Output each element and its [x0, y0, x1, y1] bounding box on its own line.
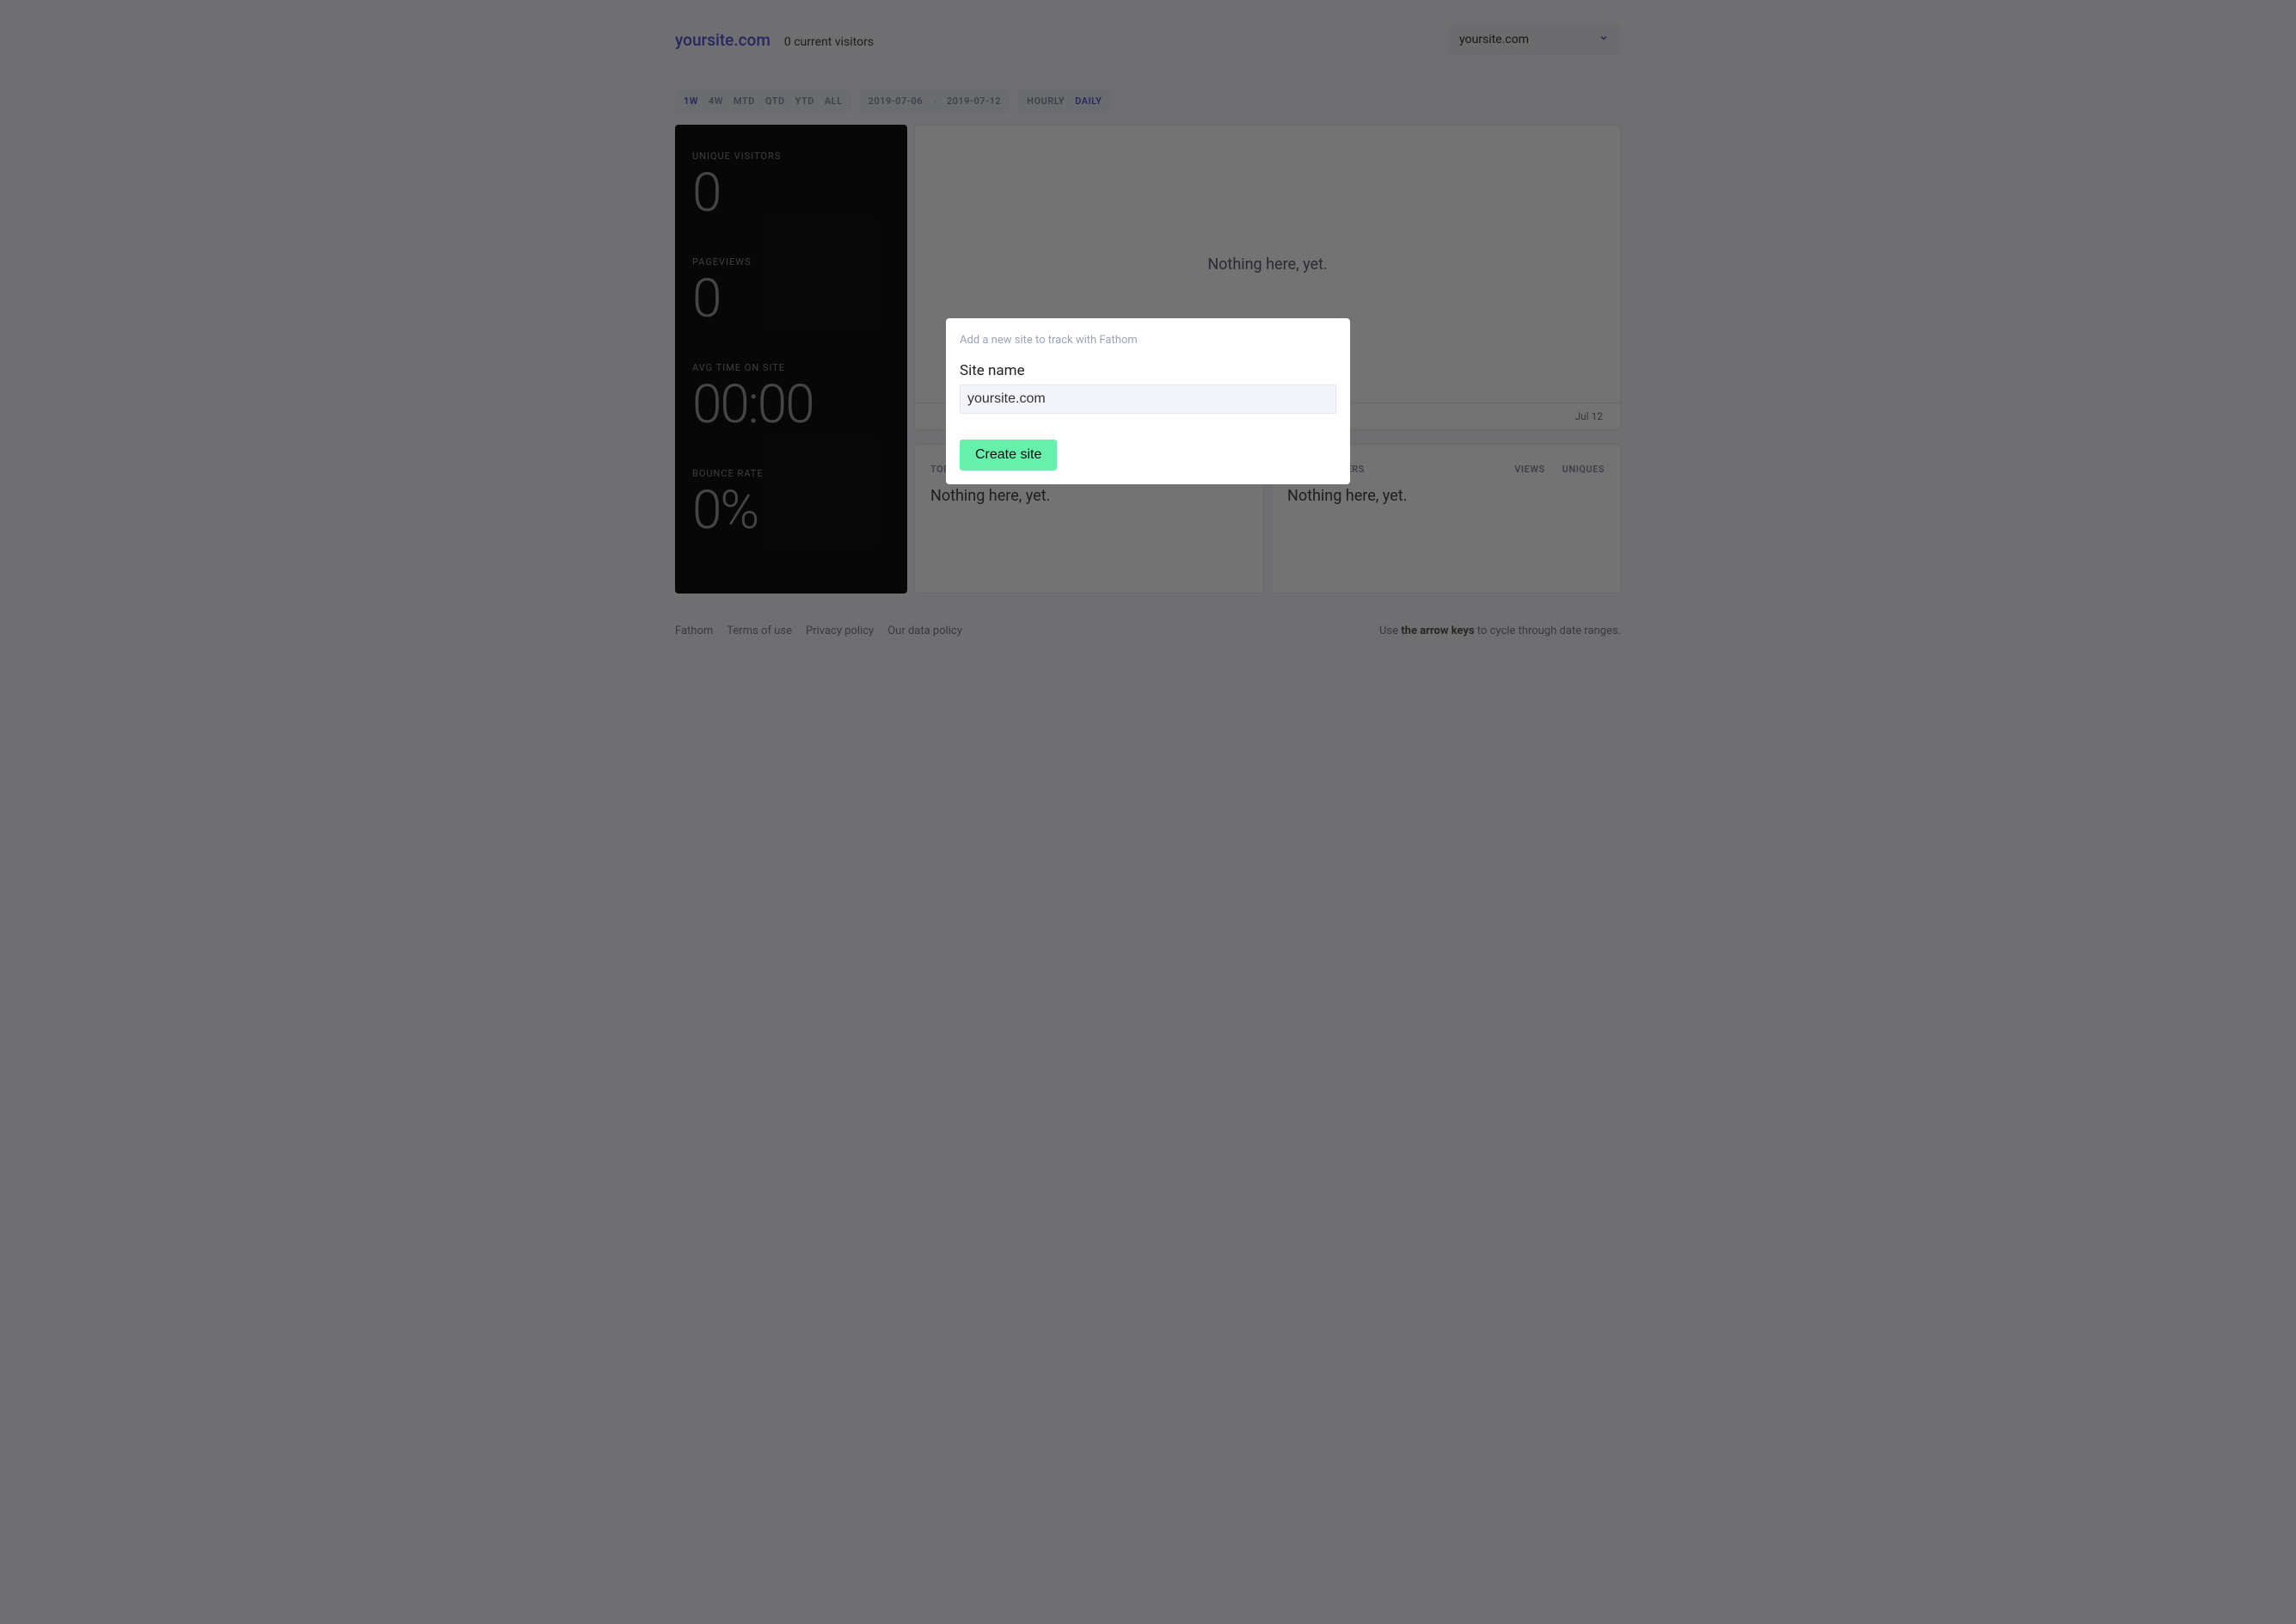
site-name-input[interactable]	[960, 384, 1336, 414]
create-site-button[interactable]: Create site	[960, 440, 1057, 471]
add-site-modal: Add a new site to track with Fathom Site…	[946, 318, 1350, 484]
modal-field-label: Site name	[960, 362, 1336, 379]
modal-overlay[interactable]: Add a new site to track with Fathom Site…	[0, 0, 2296, 1624]
modal-subtitle: Add a new site to track with Fathom	[960, 334, 1336, 347]
